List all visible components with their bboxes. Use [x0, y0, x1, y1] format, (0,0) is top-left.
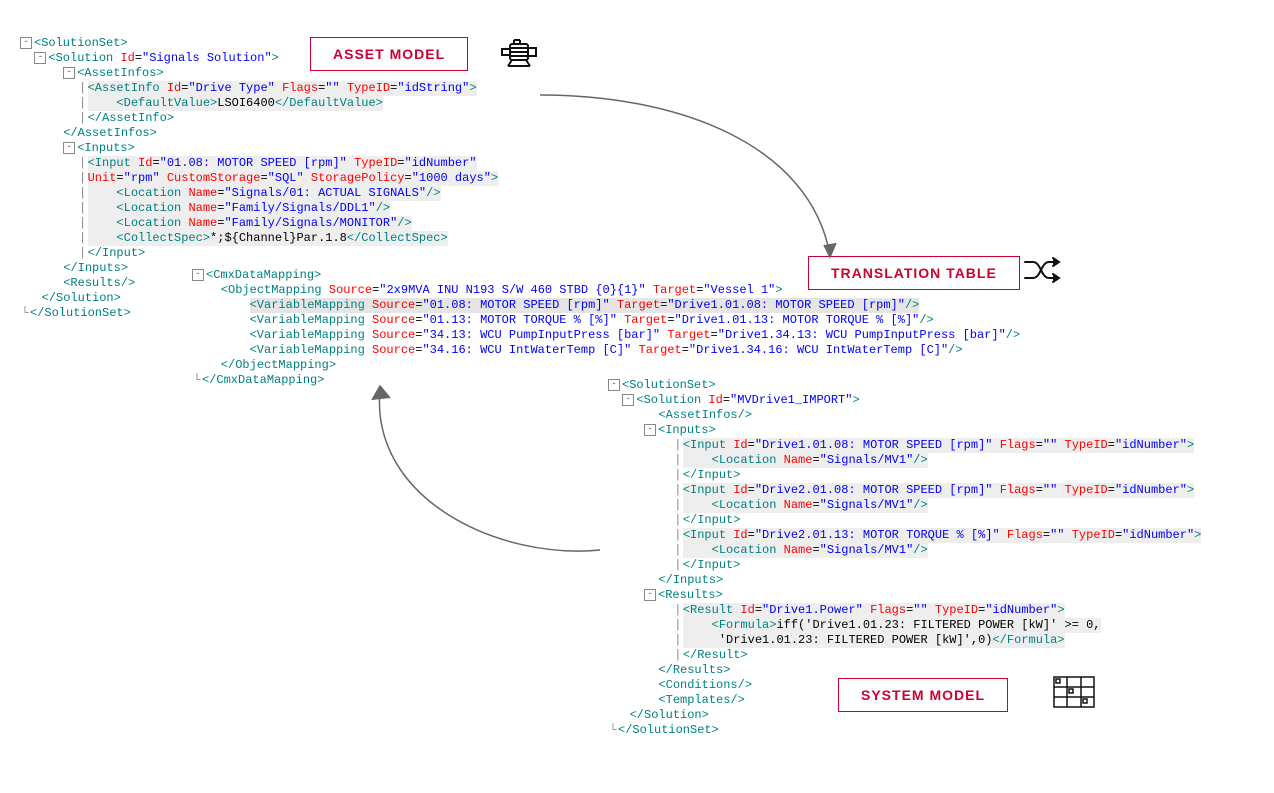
collapse-icon[interactable]: - — [34, 52, 46, 64]
system-model-xml: -<SolutionSet> -<Solution Id="MVDrive1_I… — [608, 378, 1201, 738]
arrow-bottom-to-mid — [350, 370, 620, 570]
motor-icon — [500, 38, 540, 68]
collapse-icon[interactable]: - — [192, 269, 204, 281]
translation-xml: -<CmxDataMapping> <ObjectMapping Source=… — [192, 268, 1020, 388]
collapse-icon[interactable]: - — [63, 142, 75, 154]
collapse-icon[interactable]: - — [608, 379, 620, 391]
arrow-top-to-right — [520, 85, 850, 275]
collapse-icon[interactable]: - — [63, 67, 75, 79]
collapse-icon[interactable]: - — [644, 424, 656, 436]
collapse-icon[interactable]: - — [644, 589, 656, 601]
shuffle-icon — [1023, 256, 1063, 284]
collapse-icon[interactable]: - — [622, 394, 634, 406]
collapse-icon[interactable]: - — [20, 37, 32, 49]
